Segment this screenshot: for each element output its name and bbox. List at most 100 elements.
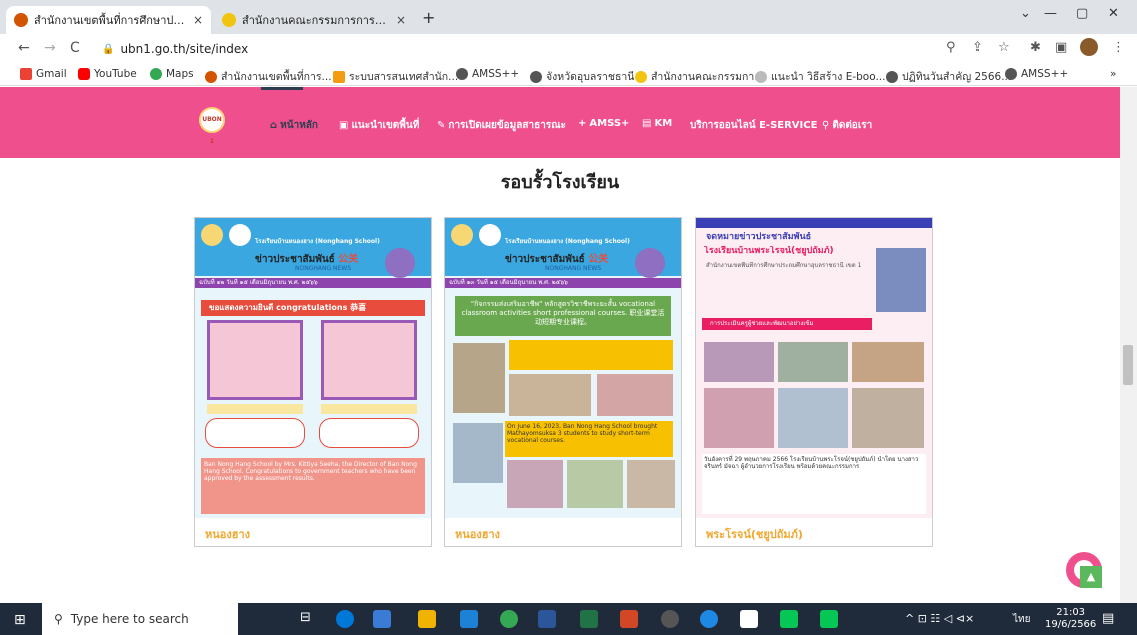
zoom-icon[interactable]: ⚲ [946,40,956,55]
bookmark-gmail[interactable]: Gmail [20,68,67,80]
taskbar-search[interactable]: ⚲ Type here to search [42,603,238,635]
bookmark-star-icon[interactable]: ☆ [998,40,1010,55]
web-page: UBON 1 ⌂ หน้าหลัก ▣ แนะนำเขตพื้นที่ ✎ การเป… [0,87,1120,603]
globe-icon [886,70,898,83]
site-favicon-icon [14,13,28,27]
activity-photo [453,343,505,413]
address-bar[interactable]: 🔒 ubn1.go.th/site/index [94,38,954,60]
tab-obec-area[interactable]: สำนักงานเขตพื้นที่การศึกษาประถมศึก × [6,6,211,34]
powerpoint-icon[interactable] [620,610,638,628]
news-card[interactable]: โรงเรียนบ้านหนองฮาง (Nonghang School) ข่… [444,217,682,547]
globe-icon [456,68,468,80]
school-seal-icon [229,224,251,246]
nav-contact[interactable]: ⚲ ติดต่อเรา [822,118,872,133]
side-panel-icon[interactable]: ▣ [1055,40,1067,55]
browser-icon[interactable] [700,610,718,628]
active-nav-indicator [261,87,303,90]
extensions-icon[interactable]: ✱ [1030,40,1041,55]
news-poster-image: โรงเรียนบ้านหนองฮาง (Nonghang School) ข่… [445,218,681,518]
nav-km[interactable]: ▤ KM [642,118,672,129]
line-icon[interactable] [820,610,838,628]
windows-start-icon[interactable]: ⊞ [14,612,26,628]
nav-amss[interactable]: + AMSS+ [578,118,629,129]
close-window-button[interactable]: ✕ [1108,6,1119,21]
activity-photo [507,460,563,508]
activity-photo [778,342,848,382]
new-tab-button[interactable]: + [422,8,435,27]
edit-icon: ✎ [437,120,446,131]
share-icon[interactable]: ⇪ [972,40,983,55]
url-text: ubn1.go.th/site/index [120,42,249,56]
bookmark-calendar[interactable]: ปฏิทินวันสำคัญ 2566... [886,68,1011,85]
taskbar-clock[interactable]: 21:03 19/6/2566 [1045,607,1096,631]
nav-e-service[interactable]: บริการออนไลน์ E-SERVICE [690,118,817,133]
activity-photo [627,460,675,508]
home-icon: ⌂ [270,120,278,131]
activity-photo [453,423,503,483]
site-navbar: UBON 1 ⌂ หน้าหลัก ▣ แนะนำเขตพื้นที่ ✎ การเป… [0,87,1120,158]
activity-photo [704,342,774,382]
bookmark-maps[interactable]: Maps [150,68,194,80]
line-icon[interactable] [780,610,798,628]
director-photo [385,248,415,278]
tab-title: สำนักงานคณะกรรมการการศึกษาขั้นพื้ [242,14,390,27]
grid-icon [333,70,345,83]
tab-obec[interactable]: สำนักงานคณะกรรมการการศึกษาขั้นพื้ × [214,6,414,34]
file-explorer-icon[interactable] [418,610,436,628]
bookmark-icon: ▤ [642,118,652,129]
globe-icon [1005,68,1017,80]
news-card[interactable]: จดหมายข่าวประชาสัมพันธ์ โรงเรียนบ้านพระโ… [695,217,933,547]
nav-about[interactable]: ▣ แนะนำเขตพื้นที่ [339,118,419,133]
bookmark-amss-2[interactable]: AMSS++ [1005,68,1068,80]
input-language[interactable]: ไทย [1013,612,1030,627]
section-title: รอบรั้วโรงเรียน [500,172,620,193]
app-icon[interactable] [661,610,679,628]
system-tray-icons[interactable]: ^ ⊡ ☷ ◁ ⊲× [905,612,974,625]
reload-button[interactable]: C [70,40,80,56]
task-view-icon[interactable]: ⊟ [300,610,318,628]
excel-icon[interactable] [580,610,598,628]
search-icon: ⚲ [54,612,63,626]
edge-icon[interactable] [336,610,354,628]
bookmark-info-system[interactable]: ระบบสารสนเทศสำนัก... [333,68,458,85]
nav-public-info[interactable]: ✎ การเปิดเผยข้อมูลสาธารณะ [437,118,566,133]
store-icon[interactable] [373,610,391,628]
teacher-photo [207,320,303,400]
activity-photo [509,374,591,416]
bookmark-amss[interactable]: AMSS++ [456,68,519,80]
nav-home[interactable]: ⌂ หน้าหลัก [270,118,318,133]
tab-close-icon[interactable]: × [193,13,203,27]
bookmarks-more-icon[interactable]: » [1110,68,1116,80]
site-logo[interactable]: UBON 1 [199,107,225,145]
tab-close-icon[interactable]: × [396,13,406,27]
app-icon[interactable] [740,610,758,628]
tab-search-icon[interactable]: ⌄ [1020,6,1031,21]
card-caption[interactable]: พระโรจน์(ชยูปถัมภ์) [696,518,932,546]
bookmark-obec[interactable]: สำนักงานคณะกรรมกา... [635,68,764,85]
restore-button[interactable]: ▢ [1076,6,1088,21]
minimize-button[interactable]: — [1044,6,1057,21]
lock-icon: 🔒 [102,43,115,55]
word-icon[interactable] [538,610,556,628]
bookmark-ubon-province[interactable]: จังหวัดอุบลราชธานี [530,68,634,85]
scrollbar-thumb[interactable] [1123,345,1133,385]
bookmark-esa[interactable]: สำนักงานเขตพื้นที่การ... [205,68,332,85]
back-button[interactable]: ← [18,40,30,56]
forward-button[interactable]: → [44,40,56,56]
mail-icon[interactable] [460,610,478,628]
profile-avatar[interactable] [1080,38,1098,56]
bookmark-youtube[interactable]: YouTube [78,68,137,80]
caption-bubble [319,418,419,448]
menu-kebab-icon[interactable]: ⋮ [1112,40,1125,55]
bookmark-ebook[interactable]: แนะนำ วิธีสร้าง E-boo... [755,68,885,85]
news-card[interactable]: โรงเรียนบ้านหนองฮาง (Nonghang School) ข่… [194,217,432,547]
card-caption[interactable]: หนองฮาง [445,518,681,546]
pin-icon: ⚲ [822,120,830,131]
director-photo [635,248,665,278]
address-toolbar: ← → C 🔒 ubn1.go.th/site/index [0,34,1137,64]
scroll-to-top-button[interactable]: ▲ [1080,566,1102,588]
notification-icon[interactable]: ▤ [1102,611,1114,626]
chrome-icon[interactable] [500,610,518,628]
activity-photo [567,460,623,508]
card-caption[interactable]: หนองฮาง [195,518,431,546]
